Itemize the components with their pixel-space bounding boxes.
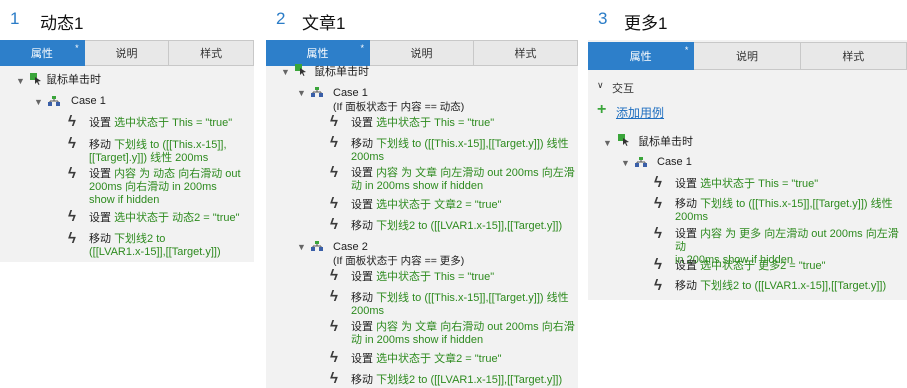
action-item[interactable]: 设置 选中状态于 This = "true" xyxy=(675,178,905,191)
lightning-icon: ϟ xyxy=(654,256,662,273)
lightning-icon: ϟ xyxy=(330,288,338,305)
action-item[interactable]: 移动 下划线2 to ([[LVAR1.x-15]],[[Target.y]]) xyxy=(675,280,905,293)
collapse-triangle-icon[interactable]: ▼ xyxy=(603,138,612,148)
action-item[interactable]: 设置 选中状态于 动态2 = "true" xyxy=(89,212,254,225)
panel-title: 动态1 xyxy=(40,14,84,33)
lightning-icon: ϟ xyxy=(68,230,76,247)
chevron-down-icon[interactable]: ∨ xyxy=(597,80,604,91)
case-label[interactable]: Case 1 xyxy=(657,156,692,169)
cursor-event-icon xyxy=(30,73,41,85)
lightning-icon: ϟ xyxy=(654,225,662,242)
panel-1: 1 动态1 属性 * 说明 样式 ▼ 鼠标单击时 ▼ Case 1 ϟ 设置 选中… xyxy=(0,0,254,388)
action-item[interactable]: 设置 选中状态于 文章2 = "true" xyxy=(351,353,576,366)
collapse-triangle-icon[interactable]: ▼ xyxy=(281,67,290,77)
lightning-icon: ϟ xyxy=(330,216,338,233)
panel-2: 2 文章1 属性 * 说明 样式 ▼ 鼠标单击时 ▼ Case 1 (If 面板状… xyxy=(266,0,578,388)
tab-style[interactable]: 样式 xyxy=(169,40,254,66)
case-icon xyxy=(48,96,60,106)
event-label[interactable]: 鼠标单击时 xyxy=(314,66,369,79)
inspector-tabs: 属性 * 说明 样式 xyxy=(0,40,254,66)
panel-header: 2 文章1 xyxy=(266,0,578,40)
lightning-icon: ϟ xyxy=(330,318,338,335)
action-item[interactable]: 移动 下划线2 to ([[LVAR1.x-15]],[[Target.y]]) xyxy=(89,233,254,259)
action-item[interactable]: 移动 下划线2 to ([[LVAR1.x-15]],[[Target.y]]) xyxy=(351,374,576,387)
action-item[interactable]: 设置 选中状态于 This = "true" xyxy=(351,271,576,284)
modified-star-icon: * xyxy=(360,43,364,53)
case-icon xyxy=(311,87,323,97)
lightning-icon: ϟ xyxy=(330,267,338,284)
lightning-icon: ϟ xyxy=(330,195,338,212)
panel-number: 1 xyxy=(10,9,20,28)
lightning-icon: ϟ xyxy=(68,135,76,152)
action-item[interactable]: 设置 选中状态于 文章2 = "true" xyxy=(351,199,576,212)
action-item[interactable]: 设置 选中状态于 This = "true" xyxy=(89,117,254,130)
action-item[interactable]: 移动 下划线 to ([[This.x-15]],[[Target.y]]) 线… xyxy=(675,198,905,224)
tab-style[interactable]: 样式 xyxy=(474,40,578,66)
action-item[interactable]: 设置 选中状态于 This = "true" xyxy=(351,117,576,130)
panel-header: 1 动态1 xyxy=(0,0,254,40)
lightning-icon: ϟ xyxy=(330,134,338,151)
event-label[interactable]: 鼠标单击时 xyxy=(46,74,101,87)
action-item[interactable]: 设置 选中状态于 更多2 = "true" xyxy=(675,260,905,273)
cursor-event-icon xyxy=(618,134,629,146)
action-item[interactable]: 移动 下划线 to ([[This.x-15]], [[Target].y]]) … xyxy=(89,139,254,165)
lightning-icon: ϟ xyxy=(330,113,338,130)
lightning-icon: ϟ xyxy=(330,164,338,181)
action-item[interactable]: 设置 内容 为 文章 向右滑动 out 200ms 向右滑动 in 200ms … xyxy=(351,321,576,347)
modified-star-icon: * xyxy=(684,45,689,55)
tab-notes[interactable]: 说明 xyxy=(84,40,170,66)
panel-title: 更多1 xyxy=(624,14,668,33)
tab-properties[interactable]: 属性 * xyxy=(266,40,370,66)
lightning-icon: ϟ xyxy=(654,195,662,212)
lightning-icon: ϟ xyxy=(654,277,662,294)
lightning-icon: ϟ xyxy=(68,208,76,225)
action-item[interactable]: 设置 内容 为 文章 向左滑动 out 200ms 向左滑动 in 200ms … xyxy=(351,167,576,193)
lightning-icon: ϟ xyxy=(68,113,76,130)
lightning-icon: ϟ xyxy=(68,165,76,182)
modified-star-icon: * xyxy=(75,43,79,53)
collapse-triangle-icon[interactable]: ▼ xyxy=(16,76,25,86)
event-label[interactable]: 鼠标单击时 xyxy=(638,136,693,149)
add-case-link[interactable]: 添加用例 xyxy=(616,104,664,121)
section-interaction-label[interactable]: 交互 xyxy=(612,80,634,96)
lightning-icon: ϟ xyxy=(654,174,662,191)
tab-notes[interactable]: 说明 xyxy=(370,40,474,66)
case-icon xyxy=(311,241,323,251)
inspector-tabs: 属性 * 说明 样式 xyxy=(588,42,907,70)
collapse-triangle-icon[interactable]: ▼ xyxy=(621,158,630,168)
action-item[interactable]: 设置 内容 为 动态 向右滑动 out 200ms 向右滑动 in 200ms sh… xyxy=(89,168,254,207)
plus-icon[interactable]: + xyxy=(597,101,606,119)
action-item[interactable]: 移动 下划线 to ([[This.x-15]],[[Target.y]]) 线… xyxy=(351,292,576,318)
case-icon xyxy=(635,157,647,167)
inspector-tabs: 属性 * 说明 样式 xyxy=(266,40,578,66)
case-condition: (If 面板状态于 内容 == 动态) xyxy=(333,101,465,113)
panel-title: 文章1 xyxy=(302,14,346,33)
cursor-event-icon xyxy=(295,64,306,76)
panel-number: 2 xyxy=(276,9,286,28)
tab-properties[interactable]: 属性 * xyxy=(0,40,85,66)
tab-notes[interactable]: 说明 xyxy=(694,42,801,70)
tab-style[interactable]: 样式 xyxy=(800,42,907,70)
lightning-icon: ϟ xyxy=(330,349,338,366)
panel-number: 3 xyxy=(598,9,608,28)
action-item[interactable]: 移动 下划线 to ([[This.x-15]],[[Target.y]]) 线… xyxy=(351,138,576,164)
case-condition: (If 面板状态于 内容 == 更多) xyxy=(333,255,465,267)
collapse-triangle-icon[interactable]: ▼ xyxy=(297,88,306,98)
action-item[interactable]: 移动 下划线2 to ([[LVAR1.x-15]],[[Target.y]]) xyxy=(351,220,576,233)
panel-header: 3 更多1 xyxy=(588,0,907,40)
tab-properties[interactable]: 属性 * xyxy=(588,42,695,70)
collapse-triangle-icon[interactable]: ▼ xyxy=(297,242,306,252)
lightning-icon: ϟ xyxy=(330,370,338,387)
collapse-triangle-icon[interactable]: ▼ xyxy=(34,97,43,107)
case-label[interactable]: Case 1 xyxy=(71,95,106,108)
panel-3: 3 更多1 属性 * 说明 样式 ∨ 交互 + 添加用例 ▼ 鼠标单击时 ▼ Ca… xyxy=(588,0,907,388)
